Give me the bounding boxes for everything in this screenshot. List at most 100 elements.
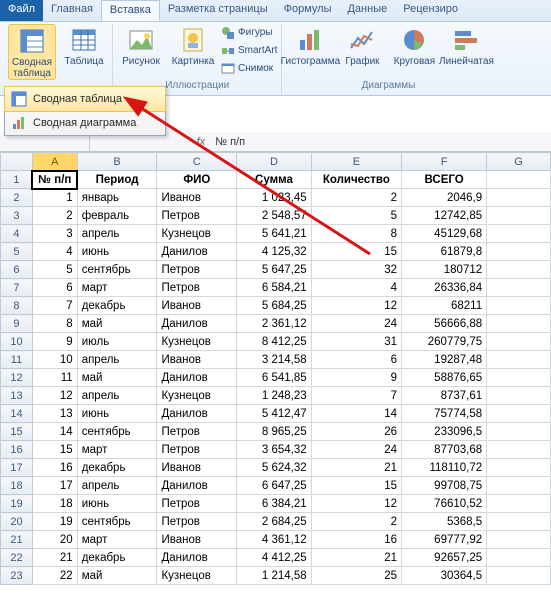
clipart-button[interactable]: Картинка [169,24,217,67]
cell[interactable]: 12742,85 [402,207,487,225]
cell[interactable]: Данилов [157,315,237,333]
cell[interactable]: 2 [32,207,77,225]
cell[interactable]: Петров [157,495,237,513]
cell[interactable]: Иванов [157,351,237,369]
cell[interactable]: 6 384,21 [237,495,311,513]
cell[interactable]: сентябрь [77,261,157,279]
cell[interactable]: декабрь [77,297,157,315]
tab-review[interactable]: Рецензиро [395,0,466,21]
cell[interactable]: 92657,25 [402,549,487,567]
cell[interactable]: апрель [77,387,157,405]
cell[interactable]: Данилов [157,369,237,387]
screenshot-button[interactable]: Снимок [221,60,277,77]
cell[interactable]: декабрь [77,459,157,477]
cell[interactable]: 18 [32,495,77,513]
cell[interactable] [487,333,551,351]
cell[interactable]: 26336,84 [402,279,487,297]
cell[interactable]: 2 684,25 [237,513,311,531]
cell[interactable]: 76610,52 [402,495,487,513]
cell[interactable] [487,243,551,261]
col-header-D[interactable]: D [237,153,311,171]
cell[interactable]: 16 [311,531,401,549]
cell[interactable]: 5 [311,207,401,225]
cell[interactable]: февраль [77,207,157,225]
cell[interactable]: Кузнецов [157,387,237,405]
cell[interactable]: Петров [157,513,237,531]
cell[interactable]: Данилов [157,477,237,495]
cell[interactable]: 11 [32,369,77,387]
cell[interactable]: июнь [77,495,157,513]
cell[interactable]: 2 548,57 [237,207,311,225]
cell[interactable] [487,351,551,369]
cell[interactable]: 12 [311,297,401,315]
row-header[interactable]: 21 [1,531,33,549]
col-header-F[interactable]: F [402,153,487,171]
cell[interactable]: 5 647,25 [237,261,311,279]
cell[interactable]: 25 [311,567,401,585]
col-header-A[interactable]: A [32,153,77,171]
cell[interactable]: 87703,68 [402,441,487,459]
cell[interactable]: 15 [32,441,77,459]
row-header[interactable]: 17 [1,459,33,477]
row-header[interactable]: 11 [1,351,33,369]
cell[interactable]: 69777,92 [402,531,487,549]
cell[interactable] [487,261,551,279]
row-header[interactable]: 7 [1,279,33,297]
col-header-C[interactable]: C [157,153,237,171]
cell[interactable]: 24 [311,441,401,459]
row-header[interactable]: 4 [1,225,33,243]
histogram-button[interactable]: Гистограмма [286,24,334,67]
formula-value[interactable]: № п/п [211,136,249,148]
row-header[interactable]: 13 [1,387,33,405]
cell[interactable] [487,459,551,477]
cell[interactable] [487,207,551,225]
cell[interactable] [487,297,551,315]
row-header[interactable]: 10 [1,333,33,351]
header-cell[interactable]: Количество [311,171,401,189]
col-header-E[interactable]: E [311,153,401,171]
cell[interactable]: 3 654,32 [237,441,311,459]
cell[interactable]: 61879,8 [402,243,487,261]
cell[interactable]: 21 [311,459,401,477]
tab-file[interactable]: Файл [0,0,43,21]
cell[interactable]: апрель [77,225,157,243]
row-header[interactable]: 1 [1,171,33,189]
cell[interactable]: 6 541,85 [237,369,311,387]
cell[interactable]: март [77,531,157,549]
cell[interactable]: 5 684,25 [237,297,311,315]
cell[interactable]: 4 361,12 [237,531,311,549]
table-button[interactable]: Таблица [60,24,108,67]
cell[interactable] [487,171,551,189]
cell[interactable]: 2 [311,513,401,531]
shapes-button[interactable]: Фигуры [221,24,277,41]
cell[interactable] [487,405,551,423]
col-header-G[interactable]: G [487,153,551,171]
cell[interactable]: июнь [77,405,157,423]
cell[interactable] [487,189,551,207]
cell[interactable] [487,279,551,297]
tab-data[interactable]: Данные [339,0,395,21]
cell[interactable]: 6 584,21 [237,279,311,297]
picture-button[interactable]: Рисунок [117,24,165,67]
cell[interactable]: Кузнецов [157,333,237,351]
row-header[interactable]: 9 [1,315,33,333]
cell[interactable]: 21 [32,549,77,567]
cell[interactable]: Петров [157,207,237,225]
header-cell[interactable]: ВСЕГО [402,171,487,189]
cell[interactable]: 118110,72 [402,459,487,477]
cell[interactable]: Кузнецов [157,225,237,243]
cell[interactable]: 68211 [402,297,487,315]
cell[interactable]: Данилов [157,405,237,423]
cell[interactable]: 30364,5 [402,567,487,585]
cell[interactable]: 233096,5 [402,423,487,441]
row-header[interactable]: 23 [1,567,33,585]
cell[interactable]: 15 [311,477,401,495]
header-cell[interactable]: № п/п [32,171,77,189]
cell[interactable]: 26 [311,423,401,441]
cell[interactable] [487,513,551,531]
cell[interactable]: сентябрь [77,423,157,441]
cell[interactable]: Данилов [157,549,237,567]
cell[interactable]: 1 248,23 [237,387,311,405]
cell[interactable]: 1 214,58 [237,567,311,585]
spreadsheet-grid[interactable]: ABCDEFG1№ п/пПериодФИОСуммаКоличествоВСЕ… [0,152,551,585]
